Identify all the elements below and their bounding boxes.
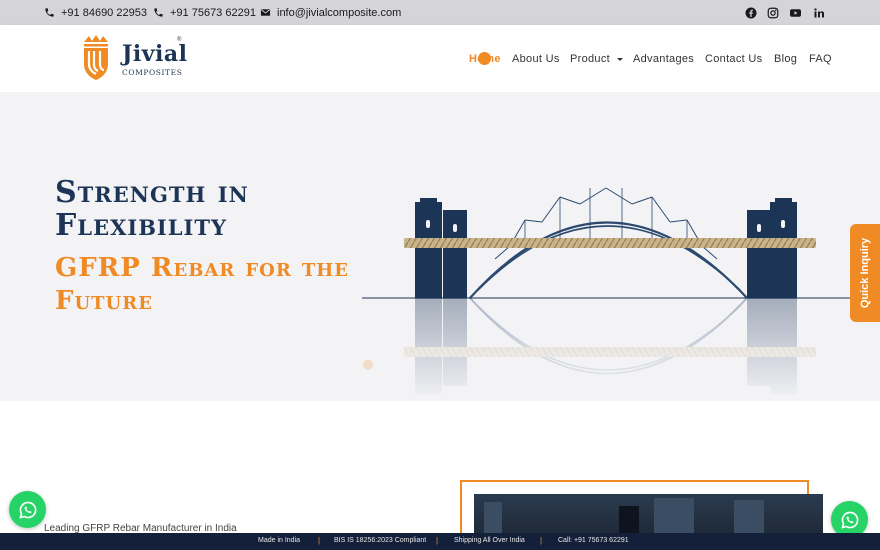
youtube-icon[interactable]	[789, 6, 802, 19]
strip-separator: |	[436, 536, 439, 545]
strip-shipping: Shipping All Over India	[454, 537, 525, 544]
phone-1[interactable]: +91 84690 22953	[44, 0, 147, 25]
strip-call[interactable]: Call: +91 75673 62291	[558, 537, 629, 544]
nav-product-label: Product	[570, 53, 611, 65]
hero-title: Strength in Flexibility	[55, 175, 249, 243]
nav-contact-us[interactable]: Contact Us	[705, 53, 762, 65]
phone-2-text: +91 75673 62291	[170, 6, 256, 19]
quick-inquiry-button[interactable]: Quick Inquiry	[850, 224, 880, 322]
email-link[interactable]: info@jivialcomposite.com	[260, 0, 401, 25]
registered-mark: ®	[177, 37, 182, 43]
site-header: Jivial ® COMPOSITES Home About Us Produc…	[0, 25, 880, 92]
strip-separator: |	[318, 536, 321, 545]
nav-advantages[interactable]: Advantages	[633, 53, 694, 65]
hero-subtitle: GFRP Rebar for the Future	[55, 253, 349, 316]
strip-separator: |	[540, 536, 543, 545]
bridge-illustration	[360, 187, 860, 401]
nav-product[interactable]: Product	[570, 53, 624, 65]
envelope-icon	[260, 7, 271, 18]
phone-icon	[153, 7, 164, 18]
email-text: info@jivialcomposite.com	[277, 6, 402, 19]
nav-home[interactable]: Home	[469, 53, 501, 65]
whatsapp-icon	[18, 501, 36, 519]
top-contact-bar: +91 84690 22953 +91 75673 62291 info@jiv…	[0, 0, 880, 25]
phone-1-text: +91 84690 22953	[61, 6, 147, 19]
facebook-icon[interactable]	[744, 6, 757, 19]
brand-subtitle: COMPOSITES	[122, 68, 183, 77]
whatsapp-icon	[840, 511, 858, 529]
caret-down-icon	[617, 57, 624, 61]
phone-2[interactable]: +91 75673 62291	[153, 0, 256, 25]
strip-bis-compliant: BIS IS 18256:2023 Compliant	[334, 537, 427, 544]
strip-made-in-india: Made in India	[258, 537, 301, 544]
info-strip: Made in India | BIS IS 18256:2023 Compli…	[0, 533, 880, 550]
quick-inquiry-label: Quick Inquiry	[859, 237, 871, 309]
nav-about-us[interactable]: About Us	[512, 53, 560, 65]
whatsapp-button-left[interactable]	[9, 491, 46, 528]
phone-icon	[44, 7, 55, 18]
hero-banner: Strength in Flexibility GFRP Rebar for t…	[0, 92, 880, 401]
instagram-icon[interactable]	[766, 6, 779, 19]
brand-name: Jivial	[122, 41, 188, 67]
nav-faq[interactable]: FAQ	[809, 53, 832, 65]
nav-blog[interactable]: Blog	[774, 53, 797, 65]
linkedin-icon[interactable]	[812, 6, 825, 19]
logo-crest-icon	[84, 35, 108, 80]
